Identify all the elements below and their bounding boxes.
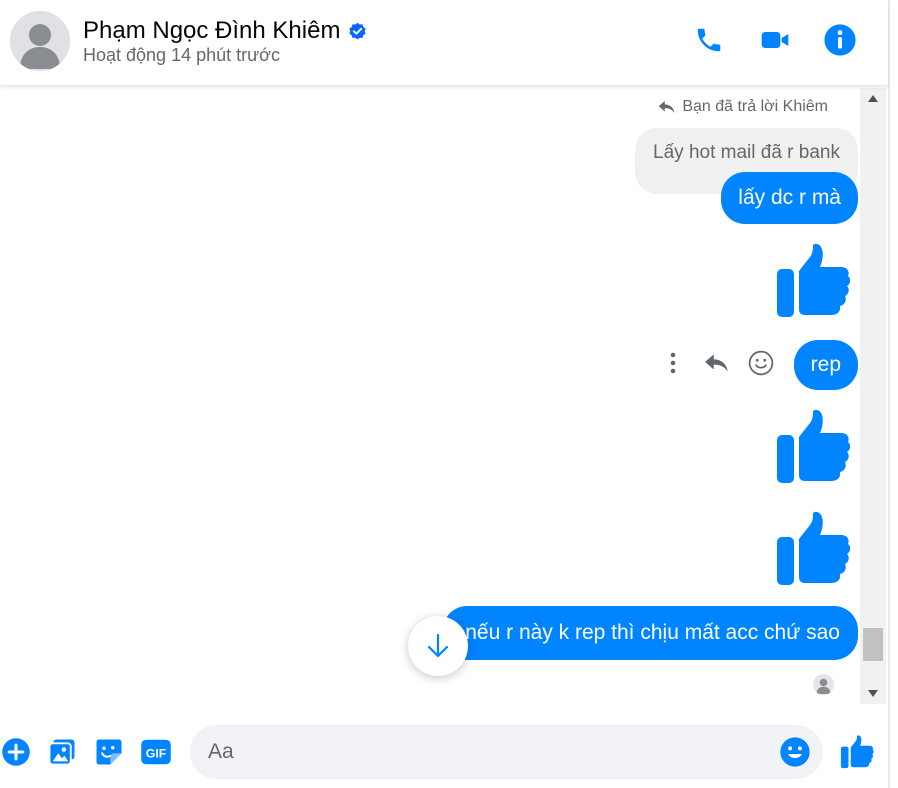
sticker-button[interactable] [93, 736, 125, 768]
contact-name-row[interactable]: Phạm Ngọc Đình Khiêm [83, 17, 367, 45]
more-actions-button[interactable] [0, 736, 32, 768]
video-camera-icon [761, 32, 789, 48]
message-input-container[interactable] [190, 725, 823, 779]
message-text: lấy dc r mà [738, 186, 841, 209]
reply-button[interactable] [704, 350, 730, 376]
conversation-info-button[interactable] [822, 22, 858, 58]
video-call-button[interactable] [757, 22, 793, 58]
contact-avatar[interactable] [10, 11, 70, 71]
reply-icon [659, 101, 675, 113]
message-text: nếu r này k rep thì chịu mất acc chứ sao [465, 621, 840, 644]
thumbs-up-icon [840, 735, 874, 769]
image-icon [48, 739, 75, 766]
sent-message-bubble[interactable]: rep [793, 340, 858, 390]
sent-message-bubble[interactable]: lấy dc r mà [721, 172, 858, 224]
smiley-icon [748, 350, 774, 376]
more-vertical-icon [670, 352, 676, 374]
attach-image-button[interactable] [46, 736, 78, 768]
gif-icon: GIF [141, 739, 171, 765]
svg-text:GIF: GIF [146, 747, 167, 761]
scroll-to-bottom-button[interactable] [408, 616, 468, 676]
send-like-button[interactable] [839, 734, 875, 770]
message-input[interactable] [208, 725, 768, 779]
info-icon [824, 24, 856, 56]
gif-button[interactable]: GIF [140, 736, 172, 768]
more-options-button[interactable] [660, 350, 686, 376]
reply-icon [705, 354, 728, 372]
thumbs-up-icon[interactable] [775, 243, 851, 319]
reply-indicator-text: Bạn đã trả lời Khiêm [682, 98, 828, 115]
verified-badge-icon [349, 22, 367, 39]
reply-indicator: Bạn đã trả lời Khiêm [658, 98, 828, 116]
contact-name[interactable]: Phạm Ngọc Đình Khiêm [83, 17, 340, 45]
message-actions [660, 350, 774, 376]
call-button[interactable] [691, 22, 727, 58]
message-scrollbar[interactable] [860, 88, 886, 704]
phone-icon [697, 28, 721, 52]
scroll-down-arrow-icon[interactable] [868, 690, 878, 697]
panel-divider [888, 0, 890, 788]
active-status: Hoạt động 14 phút trước [83, 45, 280, 65]
plus-circle-icon [2, 738, 30, 766]
emoji-icon[interactable] [779, 736, 811, 768]
thumbs-up-icon[interactable] [775, 409, 851, 485]
message-text: rep [810, 353, 841, 376]
scroll-up-arrow-icon[interactable] [868, 95, 878, 102]
arrow-down-icon [427, 633, 449, 658]
thumbs-up-icon[interactable] [775, 511, 851, 587]
sent-message-bubble[interactable]: nếu r này k rep thì chịu mất acc chứ sao [443, 606, 858, 660]
sticker-icon [96, 739, 122, 765]
seen-receipt-avatar [813, 674, 834, 695]
conversation-header: Phạm Ngọc Đình Khiêm Hoạt động 14 phút t… [0, 0, 888, 86]
react-button[interactable] [748, 350, 774, 376]
scrollbar-thumb[interactable] [863, 628, 883, 661]
